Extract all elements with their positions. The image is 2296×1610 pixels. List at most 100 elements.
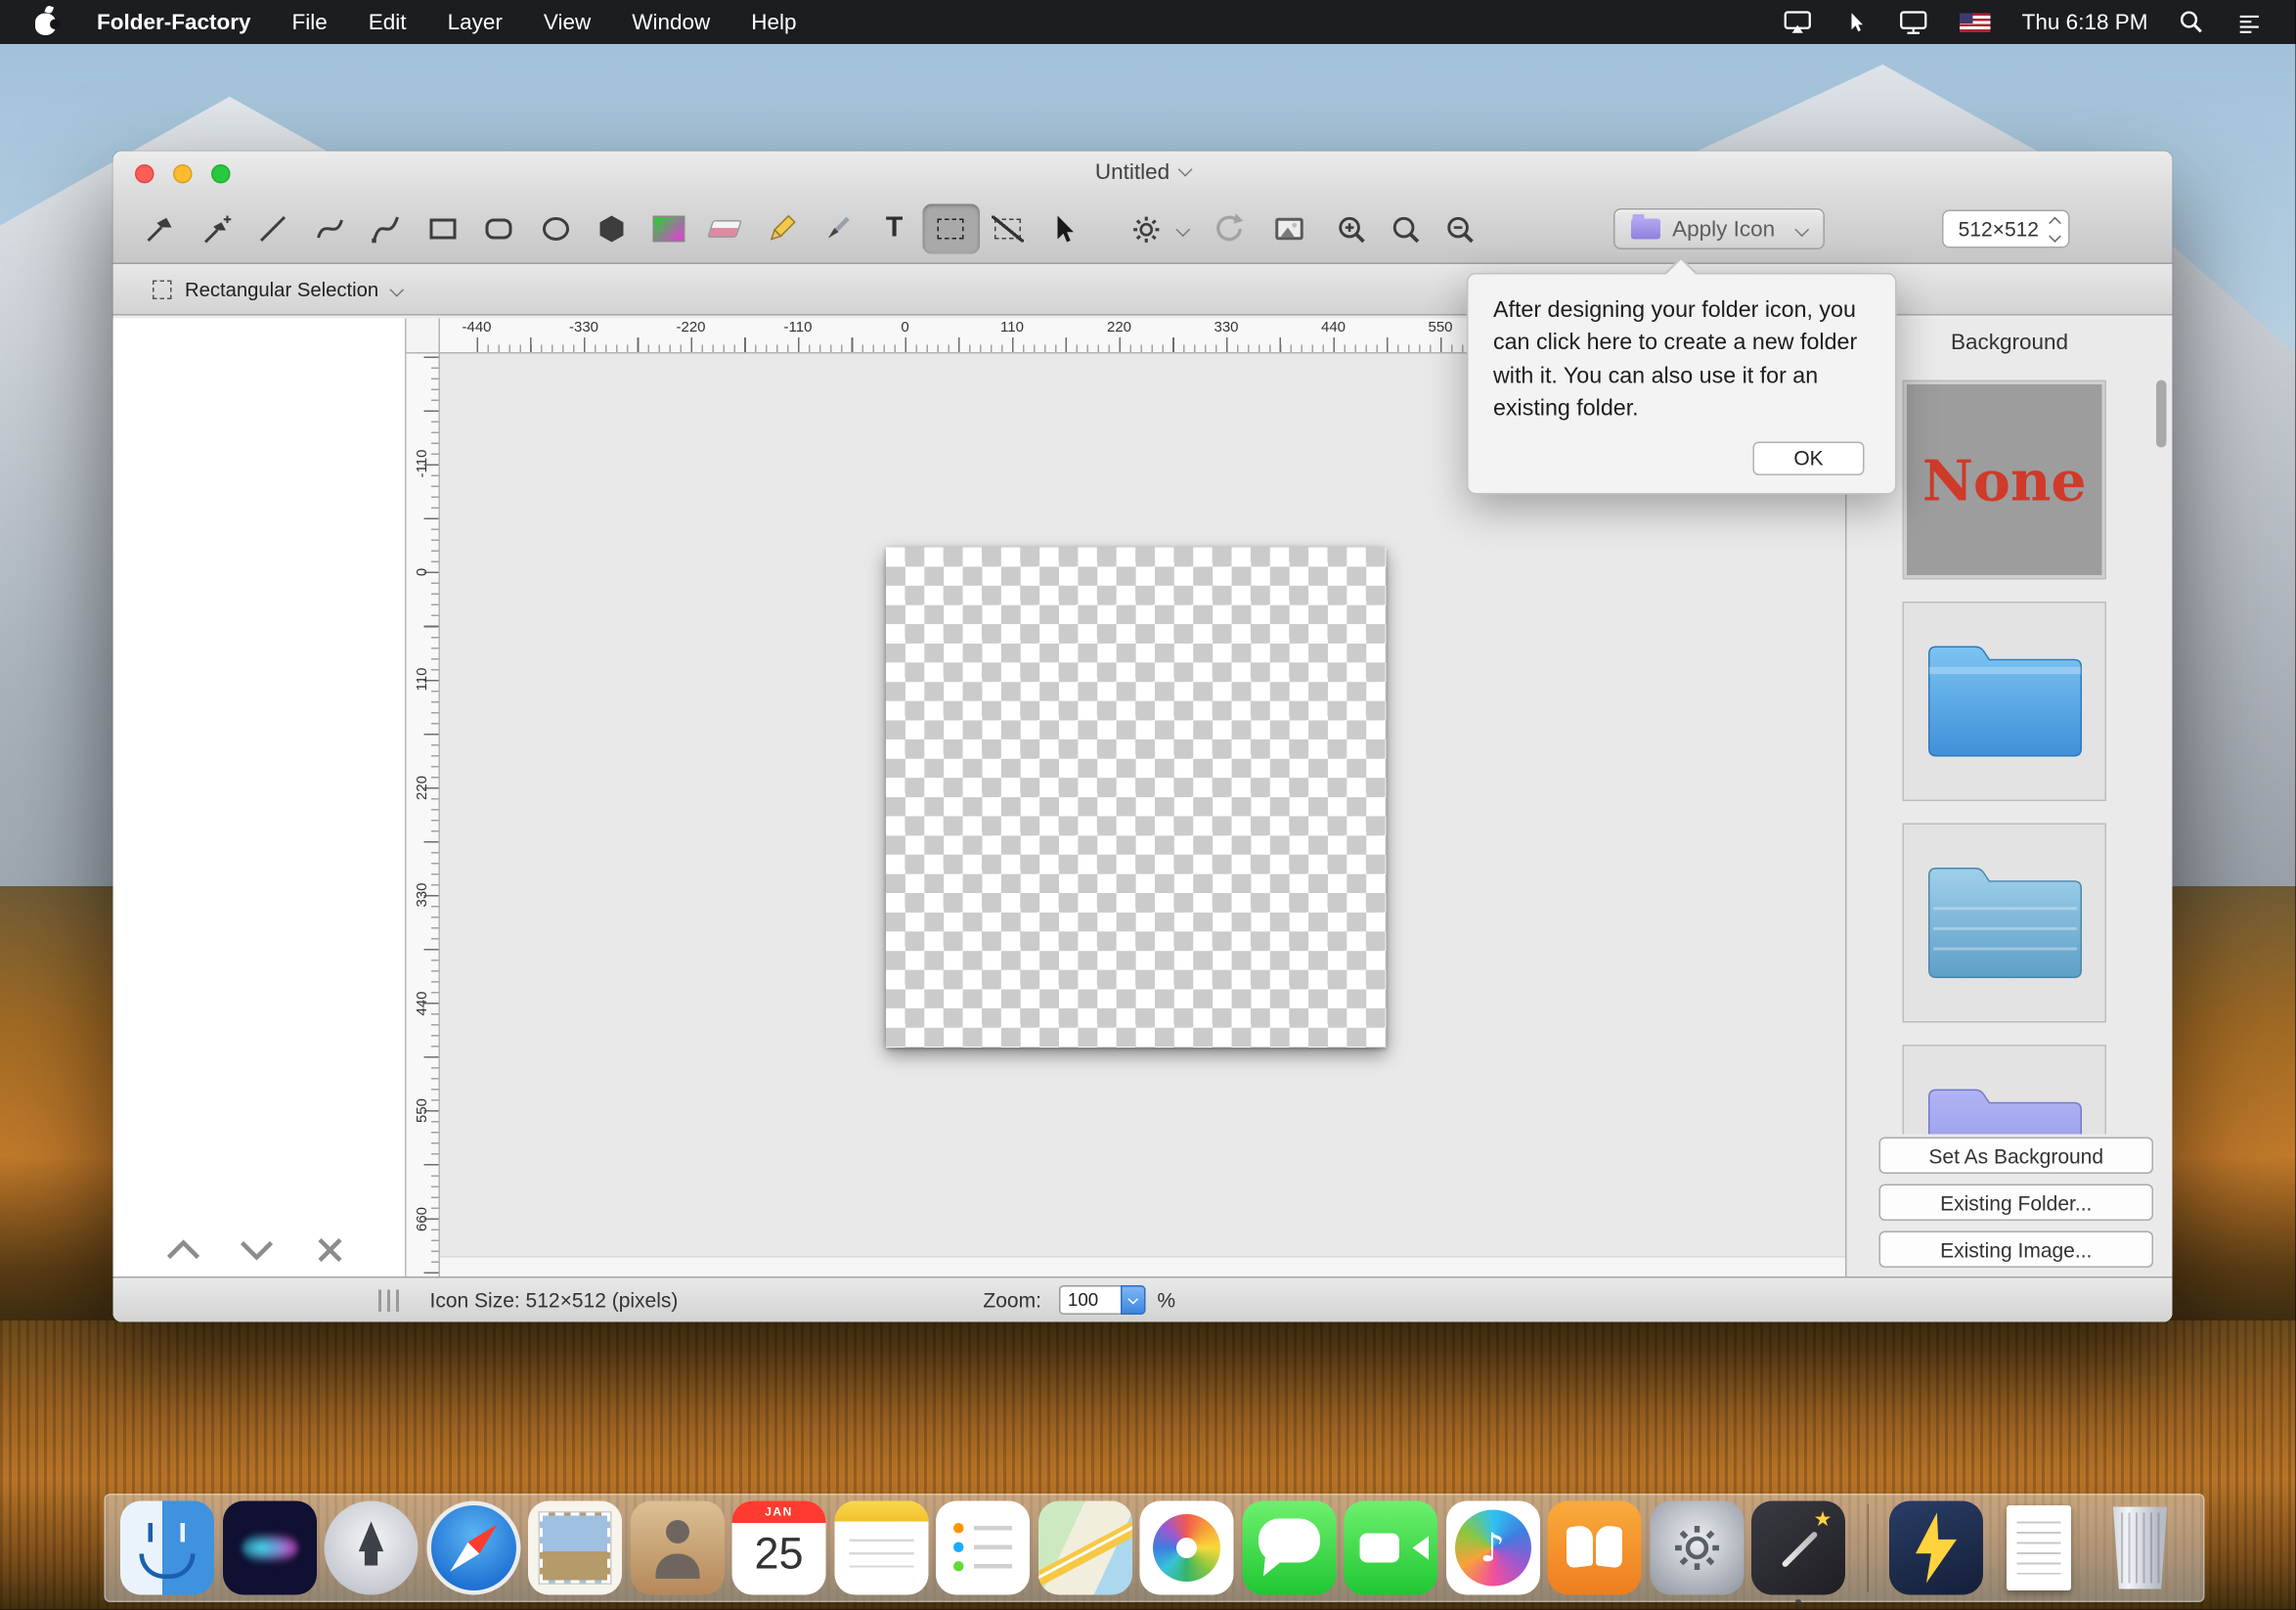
zoom-in-button[interactable] (1334, 212, 1368, 246)
menu-layer[interactable]: Layer (427, 10, 523, 35)
title-bar[interactable]: Untitled (113, 152, 2173, 196)
set-as-background-button[interactable]: Set As Background (1879, 1138, 2154, 1175)
dock-icon-trash[interactable] (2094, 1501, 2187, 1595)
zoom-input[interactable] (1059, 1285, 1121, 1315)
ok-button[interactable]: OK (1753, 441, 1865, 475)
dock-icon-reminders[interactable] (936, 1501, 1030, 1595)
dock-icon-notes[interactable] (834, 1501, 928, 1595)
background-item-folder-textured[interactable] (1903, 824, 2107, 1023)
tutorial-popover-text: After designing your folder icon, you ca… (1493, 295, 1871, 427)
scrollbar-thumb[interactable] (2156, 380, 2167, 448)
existing-image-button[interactable]: Existing Image... (1879, 1231, 2154, 1269)
input-language-flag-icon[interactable] (1961, 13, 1992, 32)
curve-tool-button[interactable] (301, 204, 358, 254)
move-tool-button[interactable] (1036, 204, 1092, 254)
dock-icon-mail[interactable] (528, 1501, 622, 1595)
menu-clock[interactable]: Thu 6:18 PM (2022, 10, 2148, 35)
dock-icon-textedit[interactable] (1991, 1501, 2085, 1595)
existing-folder-button[interactable]: Existing Folder... (1879, 1185, 2154, 1222)
dock-icon-contacts[interactable] (630, 1501, 724, 1595)
gradient-tool-button[interactable] (640, 204, 697, 254)
icon-size-stepper[interactable]: 512×512 (1942, 210, 2069, 248)
background-item-folder-blue[interactable] (1903, 602, 2107, 801)
window-title[interactable]: Untitled (1095, 160, 1190, 186)
text-tool-button[interactable]: T (866, 204, 923, 254)
spotlight-search-icon[interactable] (2179, 9, 2205, 35)
curve-icon (312, 211, 347, 246)
dock-icon-maps[interactable] (1038, 1501, 1131, 1595)
rectangle-tool-button[interactable] (415, 204, 471, 254)
layer-buttons (155, 1232, 360, 1268)
dock-icon-itunes[interactable] (1445, 1501, 1539, 1595)
selection-pen-tool-button[interactable] (979, 204, 1036, 254)
zoom-window-button[interactable] (211, 164, 231, 184)
dock-icon-system-preferences[interactable] (1650, 1501, 1744, 1595)
eraser-tool-button[interactable] (697, 204, 754, 254)
close-button[interactable] (135, 164, 155, 184)
stepper-arrows-icon[interactable] (2051, 218, 2059, 241)
menu-window[interactable]: Window (611, 10, 730, 35)
minimize-button[interactable] (173, 164, 193, 184)
zoom-actual-size-button[interactable] (1389, 212, 1423, 246)
menu-file[interactable]: File (272, 10, 348, 35)
dock-icon-launchpad[interactable] (325, 1501, 419, 1595)
text-tool-icon: T (886, 213, 903, 246)
menu-edit[interactable]: Edit (348, 10, 427, 35)
ellipse-tool-button[interactable] (527, 204, 584, 254)
menu-app-name[interactable]: Folder-Factory (76, 10, 272, 35)
vertical-ruler: -110 0 110 220 330 440 550 660 (407, 354, 441, 1277)
dock-icon-messages[interactable] (1242, 1501, 1336, 1595)
dock-icon-safari[interactable] (426, 1501, 520, 1595)
bezier-tool-button[interactable] (358, 204, 415, 254)
dock-icon-finder[interactable] (120, 1501, 214, 1595)
transparent-icon-canvas[interactable] (886, 548, 1387, 1049)
display-status-icon[interactable] (1899, 8, 1930, 37)
line-tool-button[interactable] (245, 204, 302, 254)
screen: Folder-Factory File Edit Layer View Wind… (0, 0, 2296, 1610)
dock-icon-siri[interactable] (222, 1501, 316, 1595)
polygon-tool-button[interactable] (584, 204, 640, 254)
tutorial-popover: After designing your folder icon, you ca… (1467, 273, 1897, 494)
dock-icon-facetime[interactable] (1344, 1501, 1437, 1595)
background-item-none[interactable]: None (1903, 380, 2107, 580)
menu-help[interactable]: Help (730, 10, 817, 35)
dock-icon-folder-factory[interactable] (1751, 1501, 1845, 1595)
purple-folder-icon (1631, 219, 1660, 240)
ruler-v-label: 440 (415, 988, 431, 1020)
settings-menu-button[interactable] (1130, 213, 1188, 245)
chevron-up-icon (164, 1238, 202, 1262)
zoom-dropdown-button[interactable] (1121, 1285, 1146, 1315)
background-item-folder-purple[interactable] (1903, 1045, 2107, 1135)
ruler-h-label: 330 (1214, 320, 1238, 336)
notification-center-icon[interactable] (2235, 10, 2264, 35)
pen-tool-button[interactable] (132, 204, 189, 254)
insert-image-button[interactable] (1269, 211, 1307, 246)
calendar-month: JAN (732, 1501, 826, 1524)
screen-mirroring-icon[interactable] (1783, 8, 1814, 37)
polygon-icon (595, 211, 630, 246)
apply-icon-label: Apply Icon (1672, 216, 1775, 242)
menu-view[interactable]: View (523, 10, 611, 35)
dock-icon-photos[interactable] (1140, 1501, 1234, 1595)
knife-tool-button[interactable] (810, 204, 866, 254)
dock-icon-ibooks[interactable] (1548, 1501, 1642, 1595)
dock-icon-calendar[interactable]: JAN 25 (732, 1501, 826, 1595)
pencil-tool-button[interactable] (753, 204, 810, 254)
pointer-status-icon[interactable] (1844, 8, 1868, 36)
marquee-selection-tool-button[interactable] (923, 204, 980, 254)
delete-layer-button[interactable] (301, 1232, 360, 1268)
dock-icon-lightning[interactable] (1889, 1501, 1983, 1595)
ruler-h-label: 550 (1428, 320, 1452, 336)
rotate-button[interactable] (1211, 211, 1246, 246)
move-layer-down-button[interactable] (228, 1232, 287, 1268)
rounded-rectangle-tool-button[interactable] (471, 204, 528, 254)
ruler-v-label: 660 (415, 1203, 431, 1235)
zoom-out-button[interactable] (1442, 212, 1477, 246)
eraser-icon (707, 220, 742, 238)
calligraphy-pen-tool-button[interactable] (189, 204, 245, 254)
apply-icon-button[interactable]: Apply Icon (1613, 208, 1825, 249)
selection-mode-label[interactable]: Rectangular Selection (185, 278, 378, 300)
panel-resize-handle[interactable] (378, 1289, 402, 1312)
apple-menu-icon[interactable] (35, 13, 56, 35)
move-layer-up-button[interactable] (155, 1232, 213, 1268)
